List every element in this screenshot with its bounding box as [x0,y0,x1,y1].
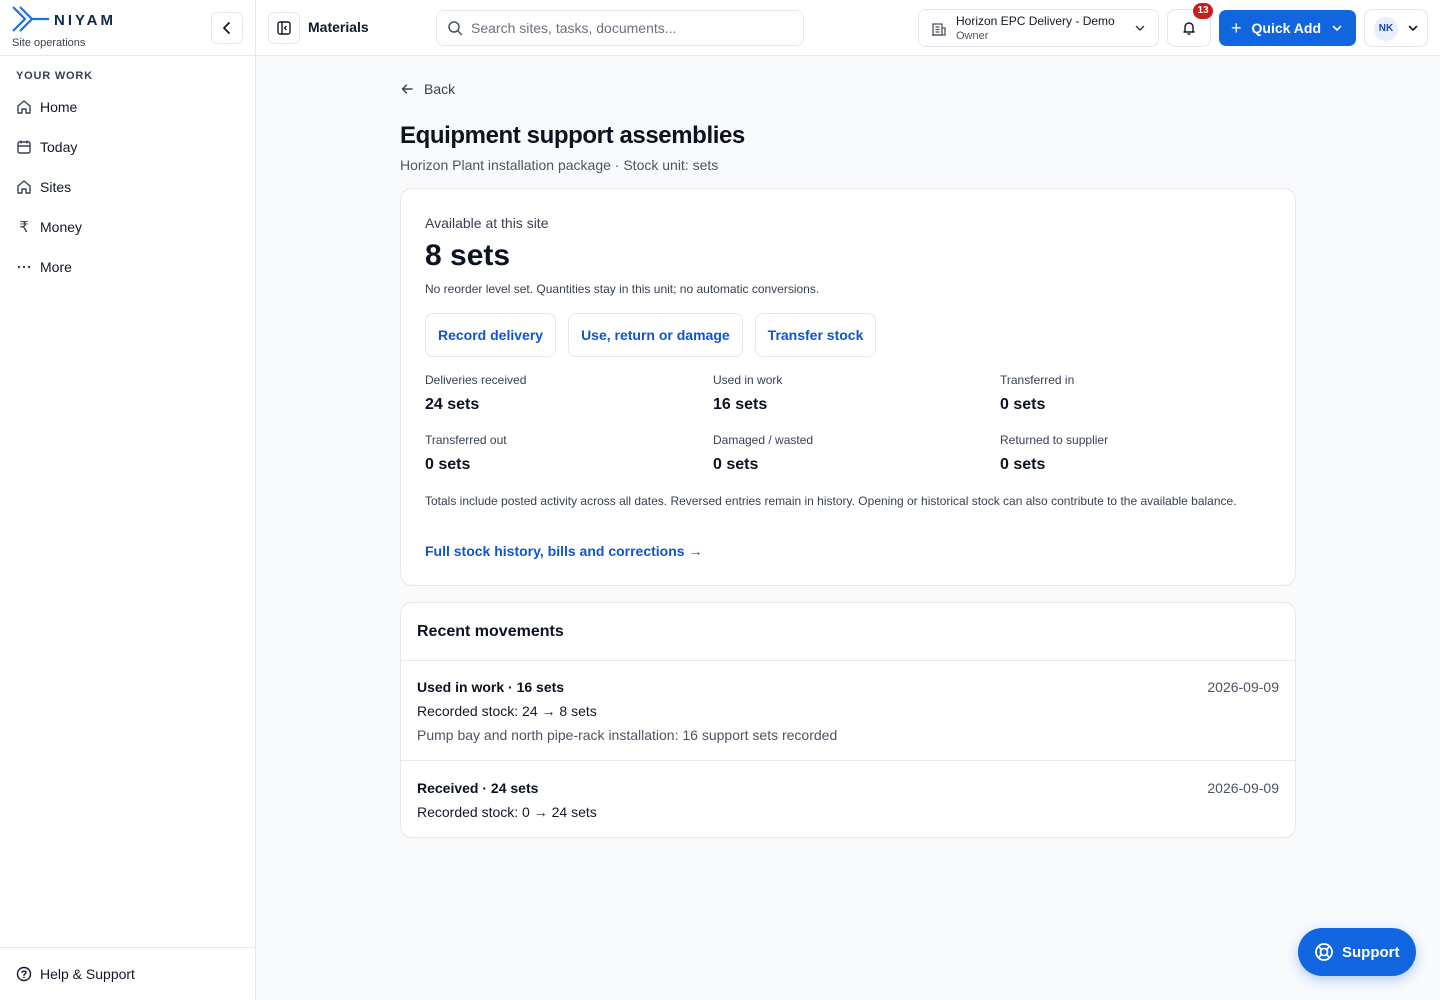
building-icon [932,23,946,36]
ellipsis-icon [16,259,32,275]
sidebar-footer: Help & Support [0,947,256,1000]
stat-value: 24 sets [425,396,480,413]
sidebar-item-home[interactable]: Home [8,87,248,127]
movement-divider [401,760,1295,761]
panel-left-icon [277,21,291,35]
brand-name: NIYAM [54,12,116,29]
stat-used-in-work: Used in work 16 sets [713,373,993,414]
available-value: 8 sets [425,239,511,272]
sidebar-section-label: YOUR WORK [16,70,93,82]
toggle-panel-button[interactable] [268,12,300,44]
stat-label: Deliveries received [425,373,527,387]
stat-label: Transferred out [425,433,507,447]
organization-role: Owner [956,30,989,42]
sidebar-nav: Home Today Sites ₹ Money More [8,87,248,287]
avatar: NK [1374,17,1398,41]
movement-stock-change: Recorded stock: 0 → 24 sets [417,804,597,820]
organization-name: Horizon EPC Delivery - Demo [956,14,1115,28]
movement-heading: Received · 24 sets [417,780,539,796]
help-circle-icon [16,966,32,982]
stat-value: 0 sets [425,456,471,473]
stat-label: Returned to supplier [1000,433,1109,447]
sidebar-item-label: Today [40,139,78,155]
sidebar: NIYAM Site operations YOUR WORK Home Tod… [0,0,256,1000]
stat-label: Used in work [713,373,783,387]
stat-value: 0 sets [1000,396,1046,413]
lifebuoy-icon [1315,943,1333,961]
bell-icon [1183,22,1195,35]
chevron-left-icon [223,22,230,34]
reorder-note: No reorder level set. Quantities stay in… [425,282,820,296]
stat-transferred-in: Transferred in 0 sets [1000,373,1280,414]
rupee-icon: ₹ [19,219,29,236]
movement-date: 2026-09-09 [1207,780,1279,796]
sidebar-item-label: Money [40,219,83,235]
sidebar-item-sites[interactable]: Sites [8,167,248,207]
support-label: Support [1342,943,1400,961]
calendar-icon [16,139,32,155]
stock-history-link[interactable]: Full stock history, bills and correction… [425,543,702,559]
sidebar-item-label: Sites [40,179,72,195]
use-return-damage-button[interactable]: Use, return or damage [568,313,743,357]
stat-returned-to-supplier: Returned to supplier 0 sets [1000,433,1280,474]
sidebar-item-label: Home [40,99,78,115]
movement-note: Pump bay and north pipe-rack installatio… [417,727,838,743]
user-menu[interactable]: NK [1364,9,1428,47]
help-support-label: Help & Support [40,966,135,982]
stat-label: Damaged / wasted [713,433,814,447]
movement-date: 2026-09-09 [1207,679,1279,695]
chevron-down-icon [1332,25,1342,31]
search-icon [448,21,463,36]
transfer-stock-button[interactable]: Transfer stock [754,313,877,357]
notification-count-badge: 13 [1193,3,1213,19]
movement-heading: Used in work · 16 sets [417,679,565,695]
back-label: Back [424,81,456,97]
stat-value: 0 sets [1000,456,1046,473]
stat-value: 0 sets [713,456,759,473]
stat-deliveries-received: Deliveries received 24 sets [425,373,705,414]
topbar: Materials Horizon EPC Delivery - Demo Ow… [256,0,1440,56]
sidebar-item-today[interactable]: Today [8,127,248,167]
chevron-down-icon [1408,25,1418,31]
stat-value: 16 sets [713,396,768,413]
page-subtitle: Horizon Plant installation package · Sto… [400,157,719,173]
card-divider [401,660,1295,661]
sidebar-divider [0,55,256,56]
niyam-logo-icon [12,6,49,32]
collapse-sidebar-button[interactable] [211,12,243,44]
stat-transferred-out: Transferred out 0 sets [425,433,705,474]
plus-icon: + [1231,18,1242,38]
movement-stock-change: Recorded stock: 24 → 8 sets [417,703,597,719]
stat-label: Transferred in [1000,373,1075,387]
stat-damaged-wasted: Damaged / wasted 0 sets [713,433,993,474]
page-title: Equipment support assemblies [400,122,745,149]
help-support-link[interactable]: Help & Support [16,966,135,982]
chevron-down-icon [1135,25,1145,31]
stock-summary-card: Available at this site 8 sets No reorder… [400,188,1296,586]
quick-add-button[interactable]: + Quick Add [1219,10,1356,46]
record-delivery-button[interactable]: Record delivery [425,313,557,357]
quick-add-label: Quick Add [1251,20,1322,36]
home-icon [16,179,32,195]
recent-movements-card: Recent movements Used in work · 16 sets … [400,602,1296,838]
home-icon [16,99,32,115]
organization-switcher[interactable]: Horizon EPC Delivery - Demo Owner [918,9,1159,47]
sidebar-item-more[interactable]: More [8,247,248,287]
back-link[interactable]: Back [400,81,455,97]
recent-movements-title: Recent movements [417,623,564,640]
stock-actions: Record delivery Use, return or damage Tr… [425,313,877,357]
totals-footnote: Totals include posted activity across al… [425,494,1237,508]
support-button[interactable]: Support [1298,928,1416,976]
arrow-left-icon [401,84,413,94]
search-input[interactable] [471,20,791,36]
page-name: Materials [308,19,369,35]
sidebar-item-label: More [40,259,72,275]
brand-tagline: Site operations [12,37,86,49]
search-box[interactable] [436,10,804,46]
sidebar-item-money[interactable]: ₹ Money [8,207,248,247]
available-label: Available at this site [425,215,549,231]
